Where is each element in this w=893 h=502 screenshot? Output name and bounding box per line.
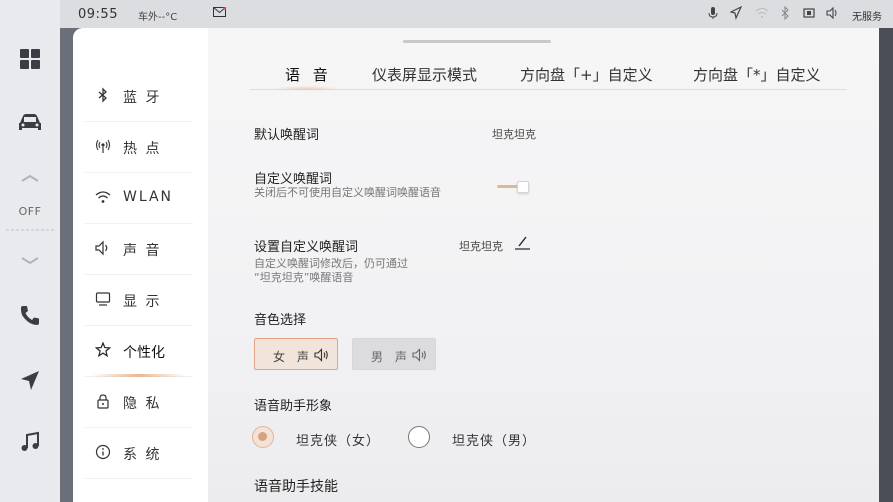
default-wake-word-value: 坦克坦克 [492, 128, 536, 141]
panel-drag-handle[interactable] [403, 40, 551, 43]
menu-item-label: 蓝 牙 [123, 90, 162, 106]
navigation-icon[interactable] [18, 369, 42, 393]
wifi-icon [755, 8, 769, 18]
menu-item-hotspot[interactable]: 热 点 [85, 122, 193, 173]
tab-steering-plus-custom[interactable]: 方向盘「+」自定义 [520, 64, 653, 85]
set-custom-wake-word-description-line2: “坦克坦克”唤醒语音 [254, 271, 354, 284]
car-icon[interactable] [16, 110, 44, 134]
chevron-up-icon[interactable] [20, 173, 40, 183]
avatar-male-radio[interactable] [408, 426, 430, 448]
screen-edge [879, 28, 893, 502]
speaker-icon [95, 240, 108, 256]
female-voice-button[interactable]: 女 声 [254, 338, 338, 370]
personalize-icon [95, 342, 111, 358]
lock-icon [97, 394, 109, 409]
clock: 09:55 [78, 7, 118, 22]
male-voice-button[interactable]: 男 声 [352, 338, 436, 370]
settings-panel: 蓝 牙 热 点 WLAN 声 音 显 示 个性化 隐 私 系 统 语 音 仪表屏… [73, 28, 879, 502]
menu-item-wlan[interactable]: WLAN [85, 173, 193, 224]
tab-bar: 语 音 仪表屏显示模式 方向盘「+」自定义 方向盘「*」自定义 [250, 62, 847, 91]
apps-grid-icon[interactable] [18, 47, 42, 71]
tab-cluster-display-mode[interactable]: 仪表屏显示模式 [372, 64, 477, 85]
fan-level-indicator [6, 229, 56, 231]
custom-wake-word-description: 关闭后不可使用自定义唤醒词唤醒语音 [254, 186, 441, 199]
wifi-icon [95, 191, 111, 203]
bluetooth-icon [98, 87, 107, 103]
avatar-female-radio[interactable] [252, 426, 274, 448]
set-custom-wake-word-description-line1: 自定义唤醒词修改后，仍可通过 [254, 257, 408, 270]
menu-item-system[interactable]: 系 统 [85, 428, 193, 479]
speaker-icon [412, 348, 426, 362]
menu-item-label: 系 统 [123, 447, 162, 463]
bluetooth-icon [781, 6, 789, 20]
phone-icon[interactable] [18, 304, 42, 328]
menu-item-sound[interactable]: 声 音 [85, 224, 193, 275]
settings-menu: 蓝 牙 热 点 WLAN 声 音 显 示 个性化 隐 私 系 统 [73, 28, 208, 502]
custom-wake-word-value: 坦克坦克 [459, 240, 503, 253]
timbre-selection-label: 音色选择 [254, 313, 307, 328]
menu-item-personalization[interactable]: 个性化 [85, 326, 193, 377]
male-voice-label: 男 声 [371, 350, 411, 364]
outside-temperature: 车外--°C [138, 12, 178, 23]
voice-settings-content: 语 音 仪表屏显示模式 方向盘「+」自定义 方向盘「*」自定义 默认唤醒词 坦克… [208, 28, 879, 502]
avatar-male-label[interactable]: 坦克侠（男） [452, 430, 536, 449]
menu-item-label: 热 点 [123, 141, 162, 157]
menu-item-bluetooth[interactable]: 蓝 牙 [85, 71, 193, 122]
tab-steering-star-custom[interactable]: 方向盘「*」自定义 [693, 64, 821, 85]
menu-item-label: 显 示 [123, 294, 162, 310]
status-bar: 09:55 车外--°C 无服务 [60, 0, 893, 28]
assistant-avatar-label: 语音助手形象 [254, 399, 333, 414]
tab-voice[interactable]: 语 音 [271, 64, 342, 91]
dashcam-icon [803, 8, 815, 18]
mail-icon[interactable] [213, 7, 226, 17]
info-icon [95, 444, 111, 460]
microphone-icon[interactable] [708, 6, 718, 20]
menu-item-label: WLAN [123, 189, 174, 205]
custom-wake-word-toggle[interactable] [497, 181, 531, 193]
speaker-icon [826, 6, 837, 20]
menu-item-label: 个性化 [123, 345, 165, 361]
chevron-down-icon[interactable] [20, 256, 40, 266]
left-dock: OFF [0, 0, 60, 502]
menu-item-display[interactable]: 显 示 [85, 275, 193, 326]
menu-item-label: 声 音 [123, 243, 162, 259]
music-icon[interactable] [18, 430, 42, 454]
menu-item-label: 隐 私 [123, 396, 162, 412]
display-icon [95, 292, 111, 306]
menu-item-privacy[interactable]: 隐 私 [85, 377, 193, 428]
edit-pencil-icon[interactable] [514, 234, 530, 250]
climate-off-label[interactable]: OFF [0, 205, 60, 218]
speaker-icon [314, 348, 328, 362]
assistant-skills-label: 语音助手技能 [254, 479, 338, 495]
hotspot-icon [95, 139, 111, 153]
default-wake-word-label: 默认唤醒词 [254, 128, 320, 143]
female-voice-label: 女 声 [273, 350, 313, 364]
custom-wake-word-label: 自定义唤醒词 [254, 172, 333, 187]
network-status: 无服务 [852, 12, 882, 23]
navigation-icon [730, 6, 742, 20]
toggle-knob [517, 181, 529, 193]
avatar-female-label[interactable]: 坦克侠（女） [296, 430, 380, 449]
set-custom-wake-word-label: 设置自定义唤醒词 [254, 240, 359, 255]
